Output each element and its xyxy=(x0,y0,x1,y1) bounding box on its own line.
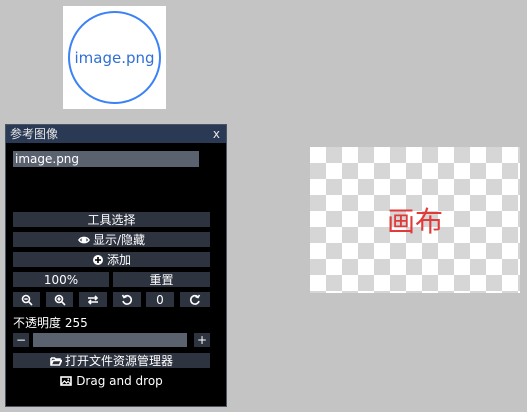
image-thumbnail[interactable]: image.png xyxy=(63,6,166,109)
add-label: 添加 xyxy=(106,253,131,267)
canvas-area[interactable]: 画布 xyxy=(310,147,520,293)
panel-title: 参考图像 xyxy=(10,127,59,141)
image-icon xyxy=(60,376,72,386)
tool-select-button[interactable]: 工具选择 xyxy=(13,212,210,227)
opacity-slider[interactable] xyxy=(33,333,187,347)
rotation-value-label: 0 xyxy=(156,292,164,307)
zoom-out-icon xyxy=(21,294,33,306)
zoom-level-label: 100% xyxy=(43,272,79,287)
drag-and-drop-area[interactable]: Drag and drop xyxy=(13,373,210,389)
rotation-value[interactable]: 0 xyxy=(146,292,174,307)
reset-button[interactable]: 重置 xyxy=(113,272,210,287)
close-button[interactable]: x xyxy=(213,125,220,143)
opacity-minus-button[interactable]: − xyxy=(13,333,29,347)
tool-select-label: 工具选择 xyxy=(87,213,136,227)
reference-image-panel: 参考图像 x image.png 工具选择 显示/隐藏 添加 100% 重置 0… xyxy=(5,124,227,407)
drag-and-drop-label: Drag and drop xyxy=(76,374,163,388)
swap-arrows-icon xyxy=(87,294,99,305)
rotate-left-button[interactable] xyxy=(113,292,141,307)
open-file-explorer-button[interactable]: 打开文件资源管理器 xyxy=(13,353,210,368)
eye-icon xyxy=(78,236,90,243)
open-file-explorer-label: 打开文件资源管理器 xyxy=(64,354,173,368)
zoom-out-button[interactable] xyxy=(13,292,40,307)
folder-open-icon xyxy=(50,356,62,366)
plus-label: + xyxy=(196,333,208,347)
thumbnail-text: image.png xyxy=(74,48,155,67)
thumbnail-circle: image.png xyxy=(68,11,161,104)
zoom-in-icon xyxy=(54,294,66,306)
rotate-right-button[interactable] xyxy=(180,292,210,307)
add-button[interactable]: 添加 xyxy=(13,252,210,267)
show-hide-label: 显示/隐藏 xyxy=(92,233,146,247)
reset-label: 重置 xyxy=(149,273,174,287)
rotate-right-icon xyxy=(189,294,201,305)
file-name-field[interactable]: image.png xyxy=(13,151,199,167)
panel-titlebar[interactable]: 参考图像 x xyxy=(6,125,226,143)
zoom-in-button[interactable] xyxy=(46,292,73,307)
opacity-label: 不透明度 255 xyxy=(13,316,88,330)
plus-circle-icon xyxy=(92,254,103,265)
zoom-level-button[interactable]: 100% xyxy=(13,272,109,287)
canvas-label: 画布 xyxy=(386,205,443,238)
show-hide-button[interactable]: 显示/隐藏 xyxy=(13,232,210,247)
rotate-left-icon xyxy=(121,294,133,305)
minus-label: − xyxy=(15,333,27,347)
opacity-plus-button[interactable]: + xyxy=(194,333,210,347)
flip-button[interactable] xyxy=(79,292,107,307)
